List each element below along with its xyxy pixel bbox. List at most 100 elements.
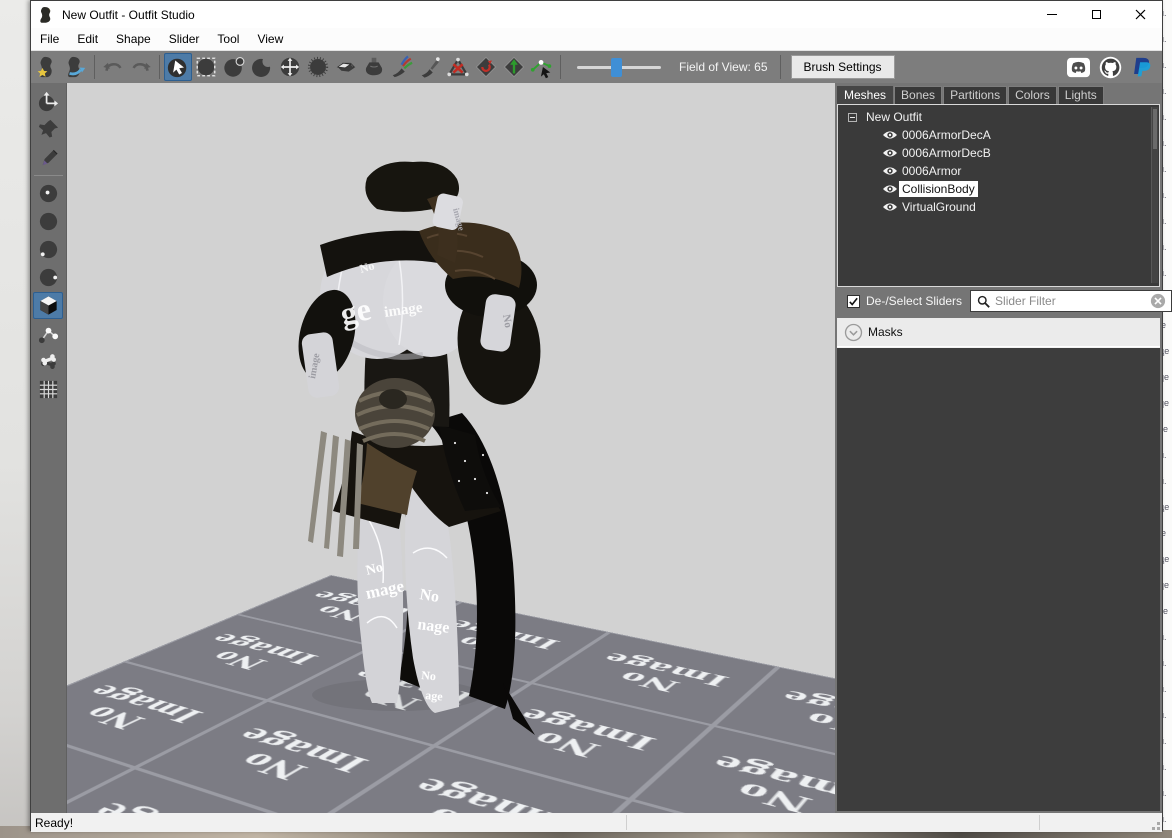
mask-pouch-icon[interactable]	[360, 53, 388, 81]
tree-root-row[interactable]: New Outfit	[838, 108, 1159, 126]
paypal-icon[interactable]	[1128, 53, 1156, 81]
eye-visibility-icon[interactable]	[882, 147, 898, 159]
background-app-strip: й.й.й.й.й.й.й.й.й.й.й.деједеqеqетей.й.де…	[1163, 0, 1172, 830]
select-tool-icon[interactable]	[164, 53, 192, 81]
pin-icon[interactable]	[33, 116, 63, 143]
resize-grip[interactable]	[1148, 818, 1160, 830]
menu-edit[interactable]: Edit	[68, 29, 107, 49]
grid-icon[interactable]	[33, 376, 63, 403]
ground-tile-text: NoImage	[490, 705, 661, 769]
bone-icon[interactable]	[33, 348, 63, 375]
load-project-icon[interactable]	[62, 53, 90, 81]
smooth-brush-icon[interactable]	[304, 53, 332, 81]
search-icon	[977, 295, 990, 308]
status-text: Ready!	[31, 816, 73, 830]
circle-dot-bottomleft-icon[interactable]	[33, 236, 63, 263]
close-button[interactable]	[1118, 1, 1162, 28]
circle-dot-right-icon[interactable]	[33, 264, 63, 291]
circle-plain-icon[interactable]	[33, 208, 63, 235]
chevron-down-icon	[844, 323, 863, 342]
toolbar-separator	[94, 55, 95, 79]
toolbar-separator	[780, 55, 781, 79]
ground-tile-text: NoImage	[284, 589, 418, 628]
menu-file[interactable]: File	[31, 29, 68, 49]
tree-item-label[interactable]: 0006ArmorDecB	[899, 145, 994, 161]
title-bar: New Outfit - Outfit Studio	[31, 1, 1162, 28]
tree-scrollbar[interactable]	[1151, 107, 1158, 283]
maximize-icon	[1092, 10, 1101, 19]
circle-dot-center-icon[interactable]	[33, 180, 63, 207]
menu-view[interactable]: View	[248, 29, 292, 49]
textured-cube-icon[interactable]	[33, 292, 63, 319]
mask-brush-icon[interactable]	[192, 53, 220, 81]
vertex-line-icon[interactable]	[33, 320, 63, 347]
side-toolbar-separator	[34, 175, 63, 176]
color-brush-icon[interactable]	[416, 53, 444, 81]
ground-tile-text: NoImage	[422, 618, 565, 663]
close-icon	[1135, 9, 1146, 20]
eye-visibility-icon[interactable]	[882, 129, 898, 141]
ground-tile-text: NoImage	[199, 724, 375, 793]
brush-settings-button[interactable]: Brush Settings	[791, 55, 895, 79]
github-icon[interactable]	[1096, 53, 1124, 81]
fov-slider[interactable]	[577, 66, 661, 69]
tab-partitions[interactable]: Partitions	[943, 86, 1007, 104]
tree-item-row[interactable]: 0006ArmorDecB	[838, 144, 1159, 162]
menu-tool[interactable]: Tool	[208, 29, 248, 49]
tree-item-row[interactable]: VirtualGround	[838, 198, 1159, 216]
deflate-brush-icon[interactable]	[248, 53, 276, 81]
toolbar-separator	[560, 55, 561, 79]
tree-item-label[interactable]: CollisionBody	[899, 181, 978, 197]
discord-icon[interactable]	[1064, 53, 1092, 81]
eye-visibility-icon[interactable]	[882, 165, 898, 177]
app-icon	[39, 6, 54, 23]
masks-section-header[interactable]: Masks	[837, 318, 1160, 347]
ground-tile-text: NoImage	[178, 631, 324, 678]
deselect-sliders-checkbox[interactable]	[847, 295, 860, 308]
eye-visibility-icon[interactable]	[882, 201, 898, 213]
status-divider	[1039, 815, 1040, 830]
redo-icon[interactable]	[127, 53, 155, 81]
pencil-icon[interactable]	[33, 144, 63, 171]
tree-item-label[interactable]: 0006ArmorDecA	[899, 127, 994, 143]
weight-brush-icon[interactable]	[388, 53, 416, 81]
alpha-brush-icon[interactable]	[444, 53, 472, 81]
ground-tile-text: NoImage	[688, 752, 835, 813]
tree-item-row[interactable]: 0006ArmorDecA	[838, 126, 1159, 144]
window-title: New Outfit - Outfit Studio	[62, 8, 195, 22]
tab-colors[interactable]: Colors	[1008, 86, 1057, 104]
right-panel: MeshesBonesPartitionsColorsLights New Ou…	[835, 83, 1162, 813]
menu-shape[interactable]: Shape	[107, 29, 160, 49]
model-texture-text: No	[500, 313, 514, 329]
vertex-edit-icon[interactable]	[528, 53, 556, 81]
menu-slider[interactable]: Slider	[160, 29, 209, 49]
tab-bones[interactable]: Bones	[894, 86, 942, 104]
tab-lights[interactable]: Lights	[1058, 86, 1104, 104]
rotate-center-icon[interactable]	[33, 88, 63, 115]
tree-item-label[interactable]: VirtualGround	[899, 199, 979, 215]
eye-visibility-icon[interactable]	[882, 183, 898, 195]
tree-item-row[interactable]: CollisionBody	[838, 180, 1159, 198]
fov-slider-thumb[interactable]	[611, 58, 622, 77]
ground-tile-text: NoImage	[67, 798, 242, 813]
new-project-icon[interactable]	[34, 53, 62, 81]
panel-tabs: MeshesBonesPartitionsColorsLights	[837, 85, 1160, 104]
masks-label: Masks	[868, 325, 903, 339]
model-texture-text: image	[451, 207, 467, 232]
tab-meshes[interactable]: Meshes	[837, 86, 893, 104]
erase-brush-icon[interactable]	[332, 53, 360, 81]
minimize-button[interactable]	[1030, 1, 1074, 28]
tree-item-row[interactable]: 0006Armor	[838, 162, 1159, 180]
move-brush-icon[interactable]	[276, 53, 304, 81]
pose-toggle-icon[interactable]	[500, 53, 528, 81]
collapse-icon[interactable]	[848, 113, 857, 122]
inflate-brush-icon[interactable]	[220, 53, 248, 81]
maximize-button[interactable]	[1074, 1, 1118, 28]
clear-filter-icon[interactable]	[1150, 293, 1166, 309]
viewport-3d[interactable]: NoImageNoImageNoImageNoImageNoImageNoIma…	[67, 83, 835, 813]
undo-icon[interactable]	[99, 53, 127, 81]
slider-filter-input[interactable]	[995, 294, 1150, 308]
collision-toggle-icon[interactable]	[472, 53, 500, 81]
model-texture-text: image	[307, 352, 322, 380]
tree-item-label[interactable]: 0006Armor	[899, 163, 964, 179]
